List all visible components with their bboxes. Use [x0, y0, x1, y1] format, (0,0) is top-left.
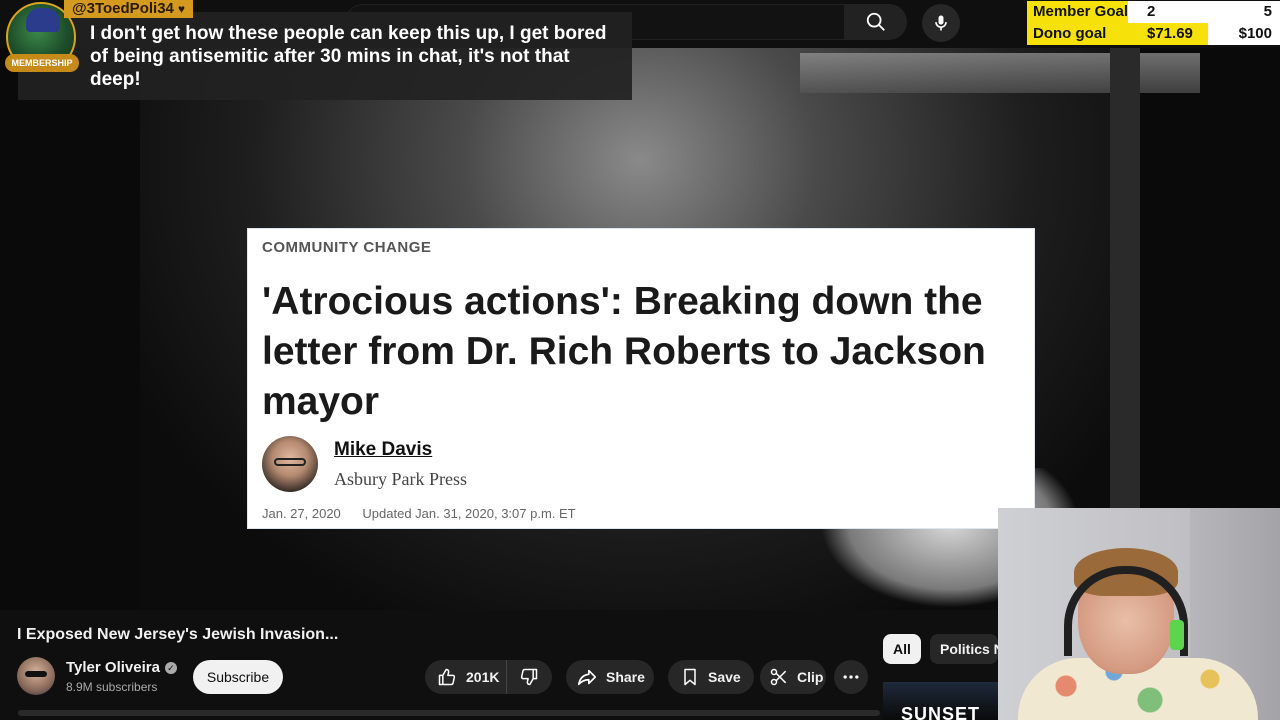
- more-icon: [843, 675, 859, 679]
- thumbs-down-icon: [520, 668, 538, 686]
- member-goal-current: 2: [1147, 3, 1156, 20]
- chat-username: @3ToedPoli34 ♥: [64, 0, 193, 18]
- article-kicker: COMMUNITY CHANGE: [262, 239, 432, 256]
- more-actions-button[interactable]: [834, 660, 868, 694]
- voice-search-button[interactable]: [922, 4, 960, 42]
- clip-label: Clip: [797, 669, 824, 685]
- article-dates: Jan. 27, 2020 Updated Jan. 31, 2020, 3:0…: [262, 506, 594, 521]
- clip-button[interactable]: Clip: [760, 660, 826, 694]
- member-heart-icon: ♥: [177, 2, 185, 16]
- save-button[interactable]: Save: [668, 660, 754, 694]
- thumbs-up-icon: [438, 668, 456, 686]
- search-button[interactable]: [845, 4, 907, 40]
- article-author: Mike Davis: [334, 439, 433, 460]
- article-date: Jan. 27, 2020: [262, 506, 341, 521]
- related-video-thumbnail[interactable]: SUNSET: [883, 682, 998, 720]
- author-avatar: [262, 436, 318, 492]
- webcam-overlay: [998, 508, 1280, 720]
- save-label: Save: [708, 669, 741, 685]
- channel-avatar[interactable]: [17, 657, 55, 695]
- article-screenshot: COMMUNITY CHANGE 'Atrocious actions': Br…: [247, 228, 1035, 529]
- dono-goal-target: $100: [1238, 25, 1272, 42]
- dono-goal-label: Dono goal: [1033, 25, 1107, 42]
- chip-politics-news[interactable]: Politics News: [930, 634, 998, 664]
- verified-icon: ✓: [164, 662, 177, 675]
- like-button[interactable]: 201K: [425, 660, 507, 694]
- share-label: Share: [606, 669, 645, 685]
- scene-light: [800, 53, 1200, 93]
- share-icon: [577, 669, 597, 686]
- member-goal-label: Member Goal: [1033, 3, 1129, 20]
- thumbnail-text: SUNSET: [901, 704, 981, 720]
- member-goal-target: 5: [1263, 3, 1272, 20]
- chat-message-text: I don't get how these people can keep th…: [90, 23, 607, 90]
- channel-name-text[interactable]: Tyler Oliveira: [66, 659, 160, 676]
- scissors-icon: [770, 668, 787, 686]
- bookmark-icon: [684, 668, 696, 686]
- description-box-edge[interactable]: [18, 710, 880, 716]
- dislike-button[interactable]: [507, 660, 551, 694]
- chat-username-text: @3ToedPoli34: [72, 0, 174, 17]
- share-button[interactable]: Share: [566, 660, 654, 694]
- membership-badge: MEMBERSHIP: [5, 54, 79, 72]
- like-count: 201K: [466, 669, 500, 685]
- like-dislike-group: 201K: [425, 660, 552, 694]
- stream-goals: Member Goal 2 5 Dono goal $71.69 $100: [1027, 0, 1280, 45]
- dono-goal: Dono goal $71.69 $100: [1027, 23, 1280, 45]
- search-icon: [866, 12, 885, 31]
- channel-name[interactable]: Tyler Oliveira ✓: [66, 659, 177, 676]
- chat-highlight: MEMBERSHIP @3ToedPoli34 ♥ I don't get how…: [0, 0, 632, 100]
- chip-all[interactable]: All: [883, 634, 921, 664]
- video-title: I Exposed New Jersey's Jewish Invasion..…: [17, 626, 339, 643]
- member-goal: Member Goal 2 5: [1027, 1, 1280, 23]
- subscriber-count: 8.9M subscribers: [66, 680, 158, 694]
- article-updated: Updated Jan. 31, 2020, 3:07 p.m. ET: [362, 506, 576, 521]
- mic-icon: [935, 15, 947, 31]
- headset-mic: [1170, 620, 1184, 650]
- article-headline: 'Atrocious actions': Breaking down the l…: [262, 280, 986, 423]
- subscribe-button[interactable]: Subscribe: [193, 660, 283, 694]
- dono-goal-current: $71.69: [1147, 25, 1193, 42]
- article-publisher: Asbury Park Press: [334, 469, 467, 489]
